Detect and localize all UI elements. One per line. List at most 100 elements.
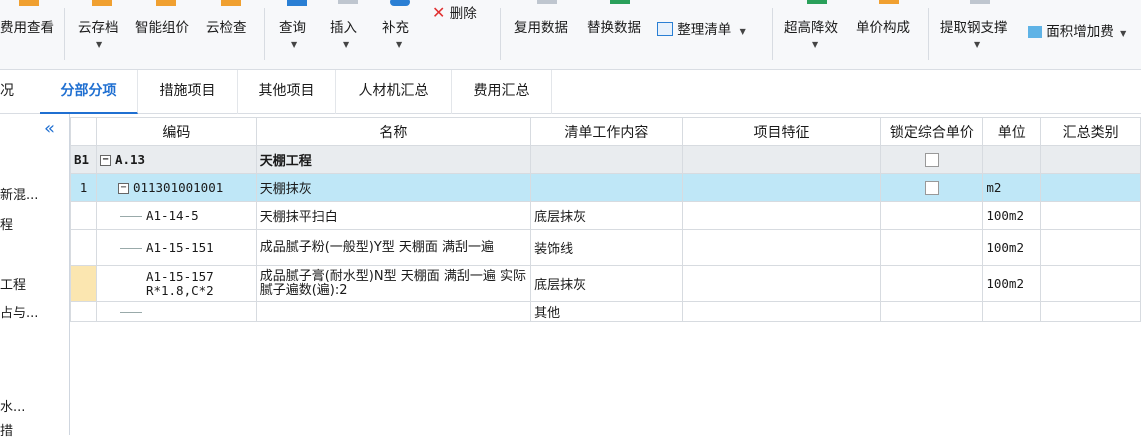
fee-view-button[interactable]: 费用查看 xyxy=(0,0,58,70)
ribbon-divider xyxy=(500,8,501,60)
column-header[interactable]: 编码 xyxy=(95,117,257,146)
feature-cell[interactable] xyxy=(681,173,882,202)
code-cell[interactable] xyxy=(95,301,257,322)
chevron-down-icon: ▼ xyxy=(812,40,819,49)
unit-cell[interactable] xyxy=(982,145,1042,174)
feature-cell[interactable] xyxy=(681,301,882,322)
lock-price-cell[interactable] xyxy=(880,265,984,302)
category-cell[interactable] xyxy=(1040,265,1141,302)
unit-cell[interactable]: m2 xyxy=(982,173,1042,202)
supplement-button[interactable]: 补充 ▼ xyxy=(380,0,420,70)
lock-price-cell[interactable] xyxy=(880,201,984,230)
table-row[interactable]: A1-15-157 R*1.8,C*2 成品腻子膏(耐水型)N型 天棚面 满刮一… xyxy=(70,265,1141,302)
category-cell[interactable] xyxy=(1040,301,1141,322)
category-cell[interactable] xyxy=(1040,201,1141,230)
unit-cell[interactable]: 100m2 xyxy=(982,229,1042,266)
tab-labor-material-summary[interactable]: 人材机汇总 xyxy=(336,70,452,114)
code-cell[interactable]: −011301001001 xyxy=(95,173,257,202)
row-number xyxy=(70,229,97,266)
smart-pricing-icon xyxy=(156,0,176,6)
code-cell[interactable]: A1-14-5 xyxy=(95,201,257,230)
table-row[interactable]: 其他 xyxy=(70,301,1141,322)
category-cell[interactable] xyxy=(1040,229,1141,266)
search-icon xyxy=(287,0,307,6)
collapse-toggle-icon[interactable]: − xyxy=(117,183,129,194)
name-cell[interactable]: 成品腻子粉(一般型)Y型 天棚面 满刮一遍 xyxy=(255,229,532,266)
category-cell[interactable] xyxy=(1040,173,1141,202)
column-header[interactable]: 单位 xyxy=(982,117,1042,146)
category-cell[interactable] xyxy=(1040,145,1141,174)
unit-price-icon xyxy=(879,0,899,4)
feature-cell[interactable] xyxy=(681,229,882,266)
lock-price-cell[interactable] xyxy=(880,301,984,322)
feature-cell[interactable] xyxy=(681,145,882,174)
lock-price-cell[interactable] xyxy=(880,173,984,202)
lock-checkbox[interactable] xyxy=(924,153,939,168)
collapse-panel-icon[interactable]: « xyxy=(44,118,55,139)
fee-view-icon xyxy=(19,0,39,6)
nav-item[interactable]: 工程 xyxy=(0,274,26,293)
tab-measures[interactable]: 措施项目 xyxy=(138,70,238,114)
unit-cell[interactable]: 100m2 xyxy=(982,201,1042,230)
nav-item[interactable]: 程 xyxy=(0,214,13,233)
unit-cell[interactable] xyxy=(982,301,1042,322)
unit-cell[interactable]: 100m2 xyxy=(982,265,1042,302)
content-cell[interactable]: 底层抹灰 xyxy=(530,265,683,302)
table-row[interactable]: B1 − A.13 天棚工程 xyxy=(70,145,1141,174)
nav-item[interactable]: 新混... xyxy=(0,184,38,203)
organize-list-button[interactable]: 整理清单 ▼ xyxy=(657,0,765,70)
content-cell[interactable] xyxy=(530,145,683,174)
nav-item[interactable]: 水... xyxy=(0,396,25,415)
collapse-toggle-icon[interactable]: − xyxy=(99,155,111,166)
area-surcharge-button[interactable]: 面积增加费 ▼ xyxy=(1028,0,1141,70)
content-cell[interactable]: 装饰线 xyxy=(530,229,683,266)
delete-button[interactable]: ✕ 删除 xyxy=(432,0,492,70)
chevron-down-icon: ▼ xyxy=(1120,29,1127,38)
column-header[interactable]: 项目特征 xyxy=(681,117,882,146)
name-cell[interactable] xyxy=(255,301,532,322)
query-button[interactable]: 查询 ▼ xyxy=(279,0,315,70)
delete-icon: ✕ xyxy=(432,3,446,22)
feature-cell[interactable] xyxy=(681,265,882,302)
replace-data-button[interactable]: 替换数据 xyxy=(587,0,653,70)
tab-sub-items[interactable]: 分部分项 xyxy=(40,70,138,114)
feature-cell[interactable] xyxy=(681,201,882,230)
tab-fee-summary[interactable]: 费用汇总 xyxy=(452,70,552,114)
content-cell[interactable] xyxy=(530,173,683,202)
bill-items-grid: 编码 名称 清单工作内容 项目特征 锁定综合单价 单位 汇总类别 B1 − A.1… xyxy=(70,117,1141,322)
ribbon-divider xyxy=(264,8,265,60)
module-tabs: 况 分部分项 措施项目 其他项目 人材机汇总 费用汇总 xyxy=(0,70,1141,114)
height-reduction-button[interactable]: 超高降效 ▼ xyxy=(784,0,850,70)
name-cell[interactable]: 天棚抹灰 xyxy=(255,173,532,202)
table-row[interactable]: A1-15-151 成品腻子粉(一般型)Y型 天棚面 满刮一遍 装饰线 100m… xyxy=(70,229,1141,266)
unit-price-composition-button[interactable]: 单价构成 xyxy=(856,0,922,70)
content-cell[interactable]: 其他 xyxy=(530,301,683,322)
reuse-data-button[interactable]: 复用数据 xyxy=(514,0,580,70)
table-row[interactable]: A1-14-5 天棚抹平扫白 底层抹灰 100m2 xyxy=(70,201,1141,230)
tab-other-items[interactable]: 其他项目 xyxy=(238,70,336,114)
column-header[interactable]: 名称 xyxy=(255,117,532,146)
nav-item[interactable]: 措 xyxy=(0,420,13,439)
tab-overview[interactable]: 况 xyxy=(0,70,40,114)
column-header[interactable]: 清单工作内容 xyxy=(530,117,683,146)
extract-steel-support-button[interactable]: 提取钢支撑 ▼ xyxy=(940,0,1020,70)
cloud-check-button[interactable]: 云检查 xyxy=(206,0,256,70)
name-cell[interactable]: 天棚抹平扫白 xyxy=(255,201,532,230)
name-cell[interactable]: 天棚工程 xyxy=(255,145,532,174)
nav-item[interactable]: 占与... xyxy=(0,302,38,321)
cloud-archive-button[interactable]: 云存档 ▼ xyxy=(76,0,128,70)
lock-price-cell[interactable] xyxy=(880,145,984,174)
name-cell[interactable]: 成品腻子膏(耐水型)N型 天棚面 满刮一遍 实际腻子遍数(遍):2 xyxy=(255,265,532,302)
column-header[interactable]: 汇总类别 xyxy=(1040,117,1141,146)
column-header[interactable]: 锁定综合单价 xyxy=(880,117,984,146)
content-cell[interactable]: 底层抹灰 xyxy=(530,201,683,230)
code-cell[interactable]: A1-15-151 xyxy=(95,229,257,266)
replace-data-icon xyxy=(610,0,630,4)
insert-button[interactable]: 插入 ▼ xyxy=(330,0,366,70)
lock-checkbox[interactable] xyxy=(924,181,939,196)
table-row[interactable]: 1 −011301001001 天棚抹灰 m2 xyxy=(70,173,1141,202)
code-cell[interactable]: A1-15-157 R*1.8,C*2 xyxy=(95,265,257,302)
lock-price-cell[interactable] xyxy=(880,229,984,266)
smart-pricing-button[interactable]: 智能组价 xyxy=(133,0,199,70)
code-cell[interactable]: − A.13 xyxy=(95,145,257,174)
